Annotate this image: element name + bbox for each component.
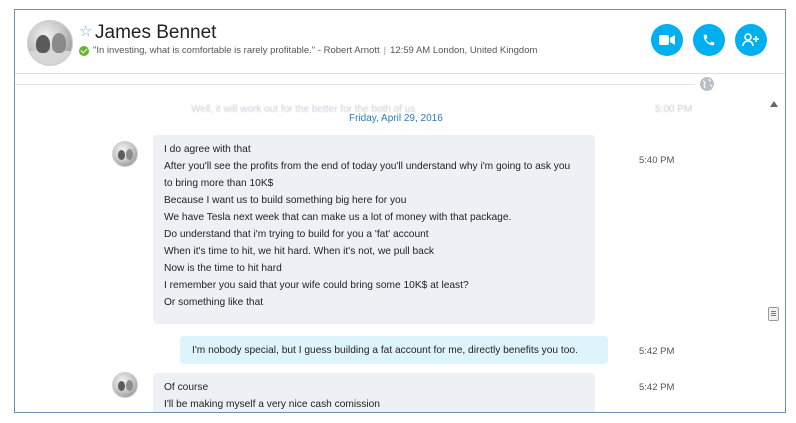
video-call-icon <box>659 35 675 45</box>
globe-icon[interactable] <box>699 76 715 92</box>
message-time: 5:42 PM <box>639 346 675 357</box>
conversation-window: ☆ James Bennet "In investing, what is co… <box>14 9 786 413</box>
chat-scrollbar[interactable] <box>767 99 781 412</box>
message-line: Or something like that <box>164 297 264 308</box>
add-contact-icon <box>742 33 759 47</box>
video-call-button[interactable] <box>651 24 683 56</box>
message-time: 5:42 PM <box>639 382 675 393</box>
scroll-up-arrow-icon[interactable] <box>770 101 778 107</box>
contact-name[interactable]: James Bennet <box>95 22 216 44</box>
message-line: When it's time to hit, we hit hard. When… <box>164 246 435 257</box>
message-line: I remember you said that your wife could… <box>164 280 469 291</box>
message-text: I'm nobody special, but I guess building… <box>192 344 578 356</box>
audio-call-button[interactable] <box>693 24 725 56</box>
incoming-message-bubble[interactable]: Of course I'll be making myself a very n… <box>153 373 595 412</box>
message-list[interactable]: Well, it will work out for the better fo… <box>15 94 769 412</box>
contact-avatar[interactable] <box>27 20 73 66</box>
mood-message: "In investing, what is comfortable is ra… <box>93 45 537 56</box>
star-icon[interactable]: ☆ <box>79 24 92 39</box>
message-line: Do understand that i'm trying to build f… <box>164 229 429 240</box>
incoming-message-bubble[interactable]: I do agree with that After you'll see th… <box>153 135 595 324</box>
message-line: to bring more than 10K$ <box>164 178 274 189</box>
sender-avatar[interactable] <box>112 141 138 167</box>
conversation-header: ☆ James Bennet "In investing, what is co… <box>15 10 785 74</box>
date-separator: Friday, April 29, 2016 <box>345 113 447 124</box>
message-line: Because I want us to build something big… <box>164 195 407 206</box>
local-time: 12:59 AM London, United Kingdom <box>390 45 538 56</box>
outgoing-message-bubble[interactable]: I'm nobody special, but I guess building… <box>180 336 608 364</box>
header-divider <box>15 84 695 85</box>
message-line: Of course <box>164 382 209 393</box>
message-line: I'll be making myself a very nice cash c… <box>164 399 380 410</box>
previous-message-time: 5:00 PM <box>655 104 693 115</box>
status-online-icon <box>79 46 89 56</box>
mood-separator: | <box>383 45 387 56</box>
phone-icon <box>703 34 715 46</box>
message-line: We have Tesla next week that can make us… <box>164 212 512 223</box>
scroll-thumb[interactable] <box>768 307 779 321</box>
message-line: After you'll see the profits from the en… <box>164 161 571 172</box>
sender-avatar[interactable] <box>112 372 138 398</box>
mood-quote: "In investing, what is comfortable is ra… <box>93 45 380 56</box>
message-line: I do agree with that <box>164 144 251 155</box>
add-people-button[interactable] <box>735 24 767 56</box>
message-line: Now is the time to hit hard <box>164 263 282 274</box>
message-time: 5:40 PM <box>639 155 675 166</box>
